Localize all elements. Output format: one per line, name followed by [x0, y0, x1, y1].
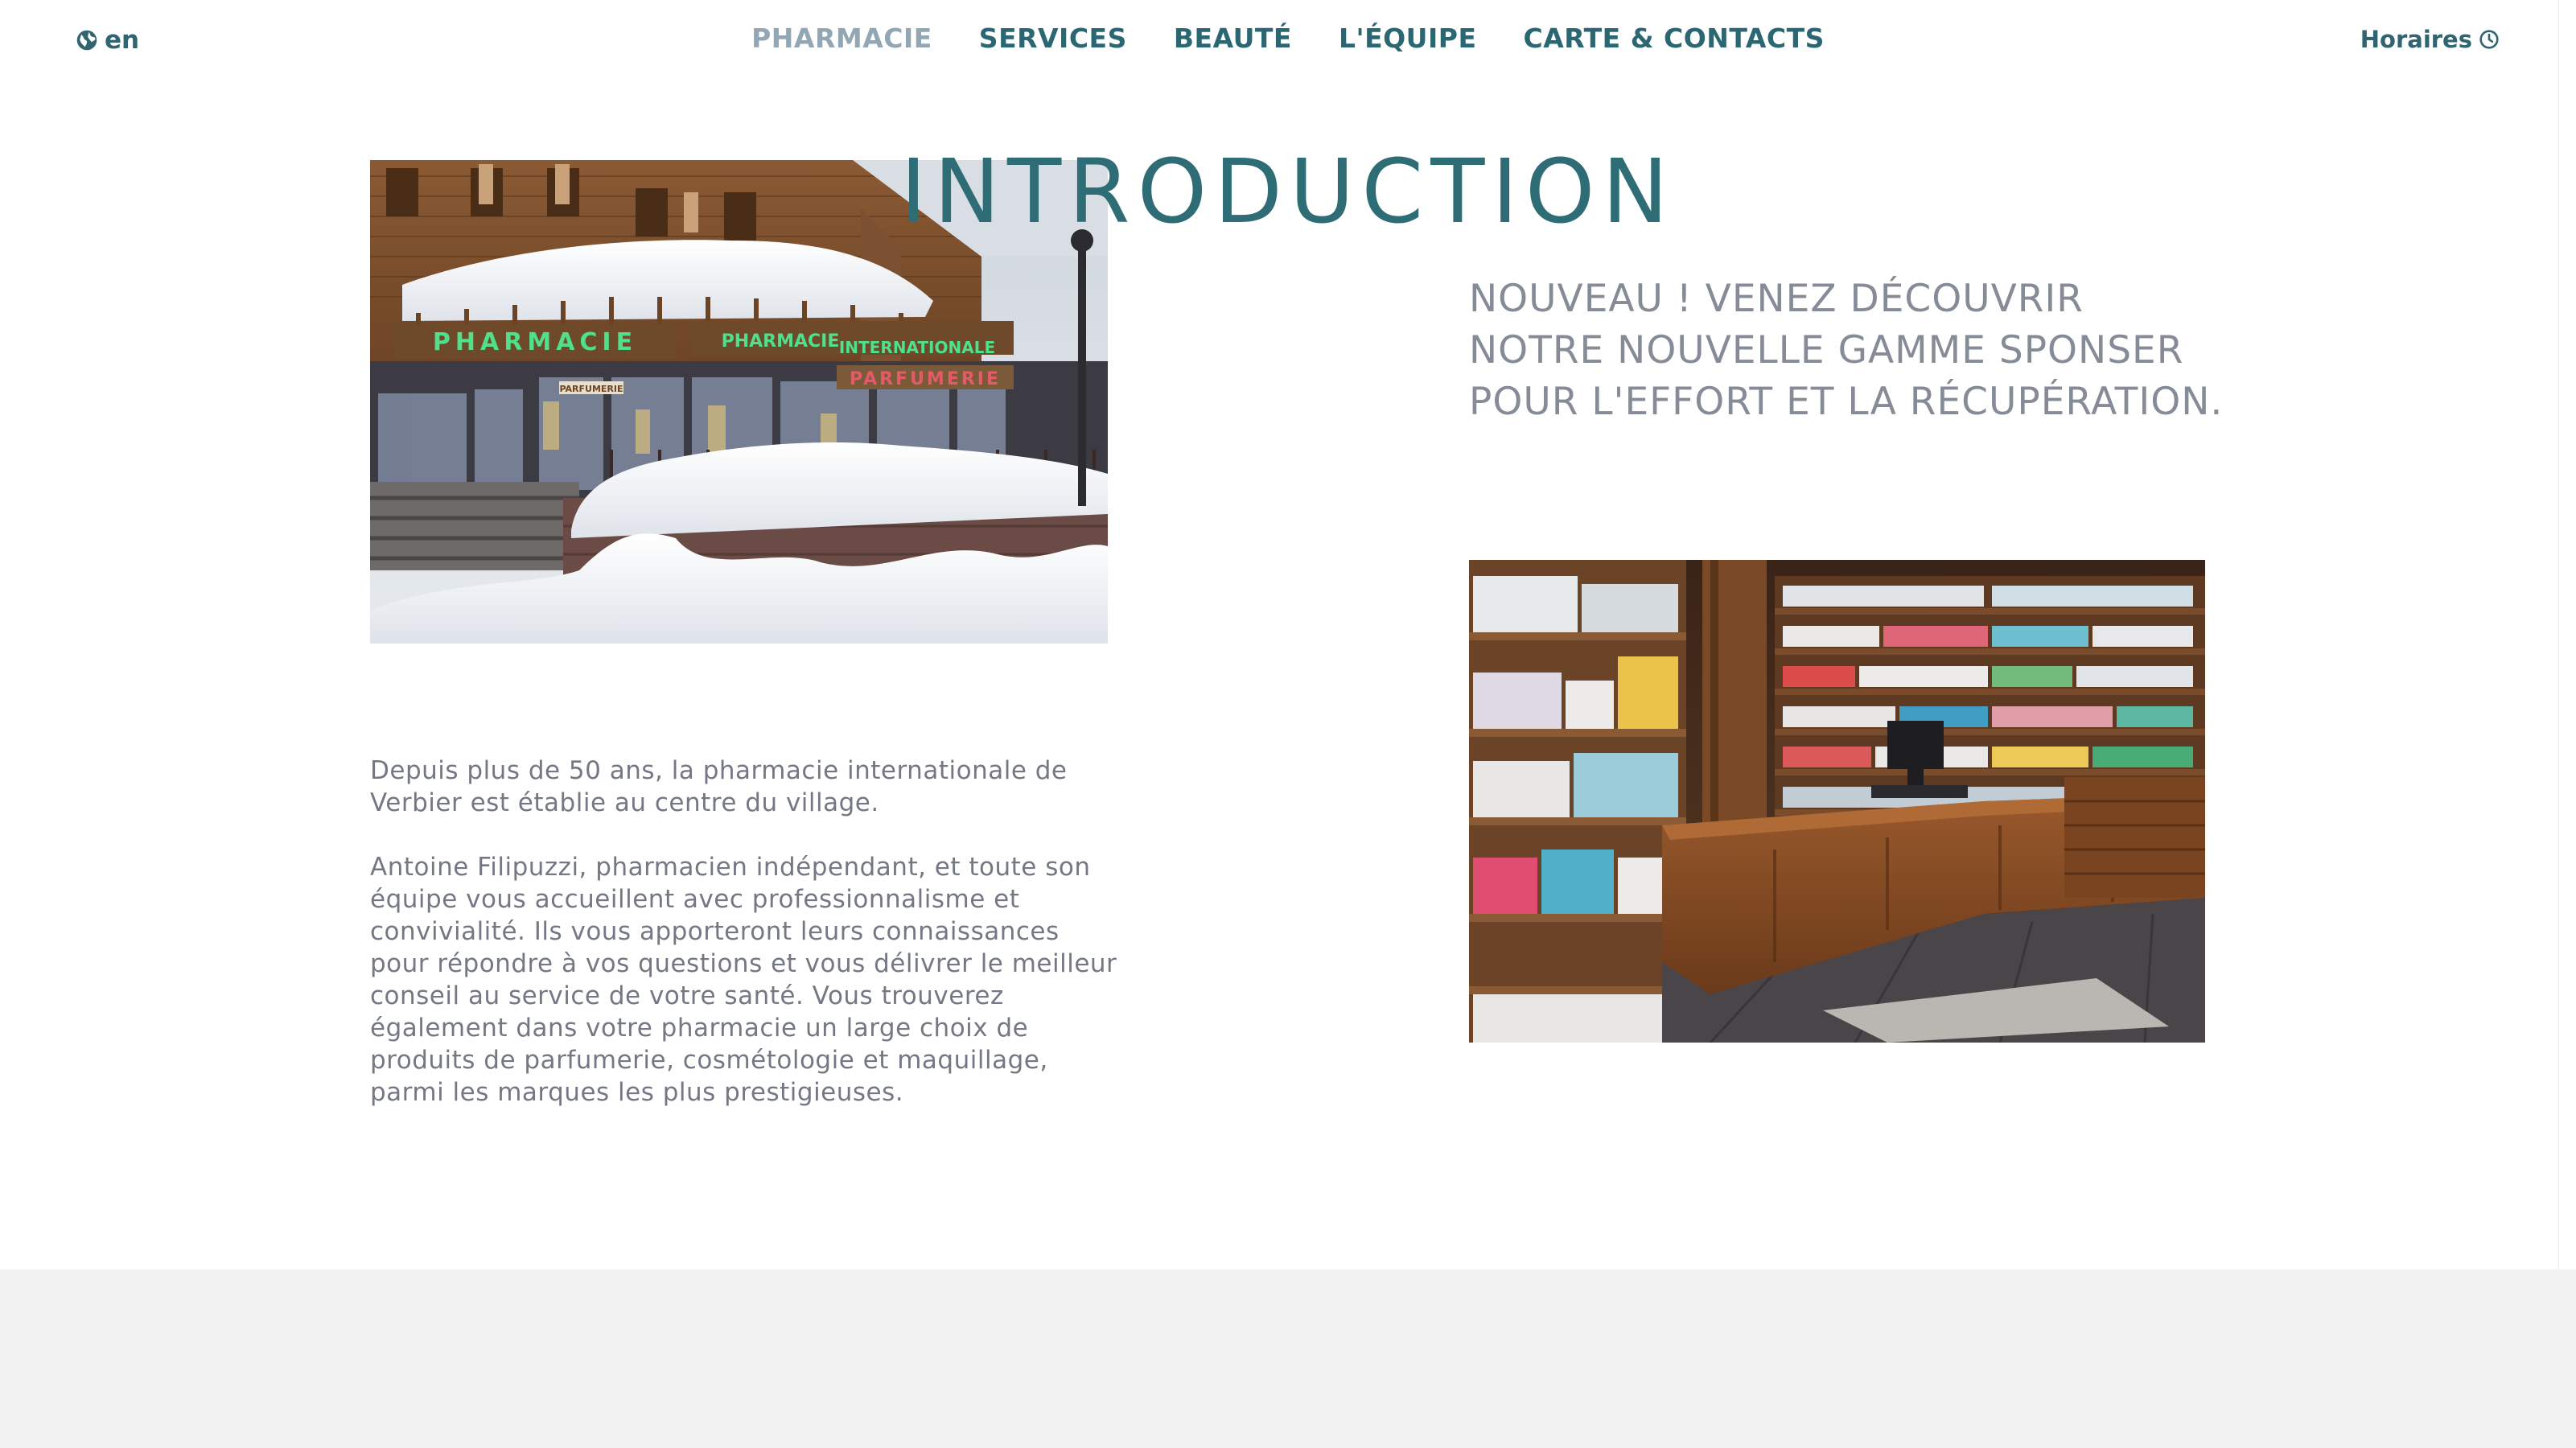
storefront-sign-parfumerie-small: PARFUMERIE	[559, 384, 623, 394]
nav-item-pharmacie[interactable]: PHARMACIE	[751, 23, 932, 54]
pharmacy-interior-photo	[1469, 560, 2205, 1043]
footer-band	[0, 1269, 2576, 1448]
nav-item-carte-contacts[interactable]: CARTE & CONTACTS	[1523, 23, 1824, 54]
main-nav: PHARMACIE SERVICES BEAUTÉ L'ÉQUIPE CARTE…	[0, 23, 2576, 54]
nav-item-beaute[interactable]: BEAUTÉ	[1174, 23, 1292, 54]
storefront-sign-pharmacie-1: PHARMACIE	[433, 328, 637, 356]
clock-icon	[2479, 29, 2500, 50]
intro-paragraph: Depuis plus de 50 ans, la pharmacie inte…	[370, 756, 1068, 817]
nav-item-services[interactable]: SERVICES	[979, 23, 1127, 54]
intro-paragraph: Antoine Filipuzzi, pharmacien indépendan…	[370, 853, 1117, 1107]
promo-headline: NOUVEAU ! VENEZ DÉCOUVRIR NOTRE NOUVELLE…	[1469, 277, 2224, 424]
page-title: INTRODUCTION	[900, 140, 1676, 243]
hours-label: Horaires	[2360, 26, 2472, 53]
scrollbar-track[interactable]	[2558, 0, 2576, 1269]
intro-text: Depuis plus de 50 ans, la pharmacie inte…	[370, 755, 1126, 1141]
storefront-sign-parfumerie: PARFUMERIE	[850, 369, 1001, 389]
nav-item-equipe[interactable]: L'ÉQUIPE	[1339, 23, 1477, 54]
storefront-sign-internationale: INTERNATIONALE	[839, 338, 995, 357]
hours-link[interactable]: Horaires	[2360, 26, 2500, 53]
storefront-sign-pharmacie-2: PHARMACIE	[722, 331, 840, 352]
